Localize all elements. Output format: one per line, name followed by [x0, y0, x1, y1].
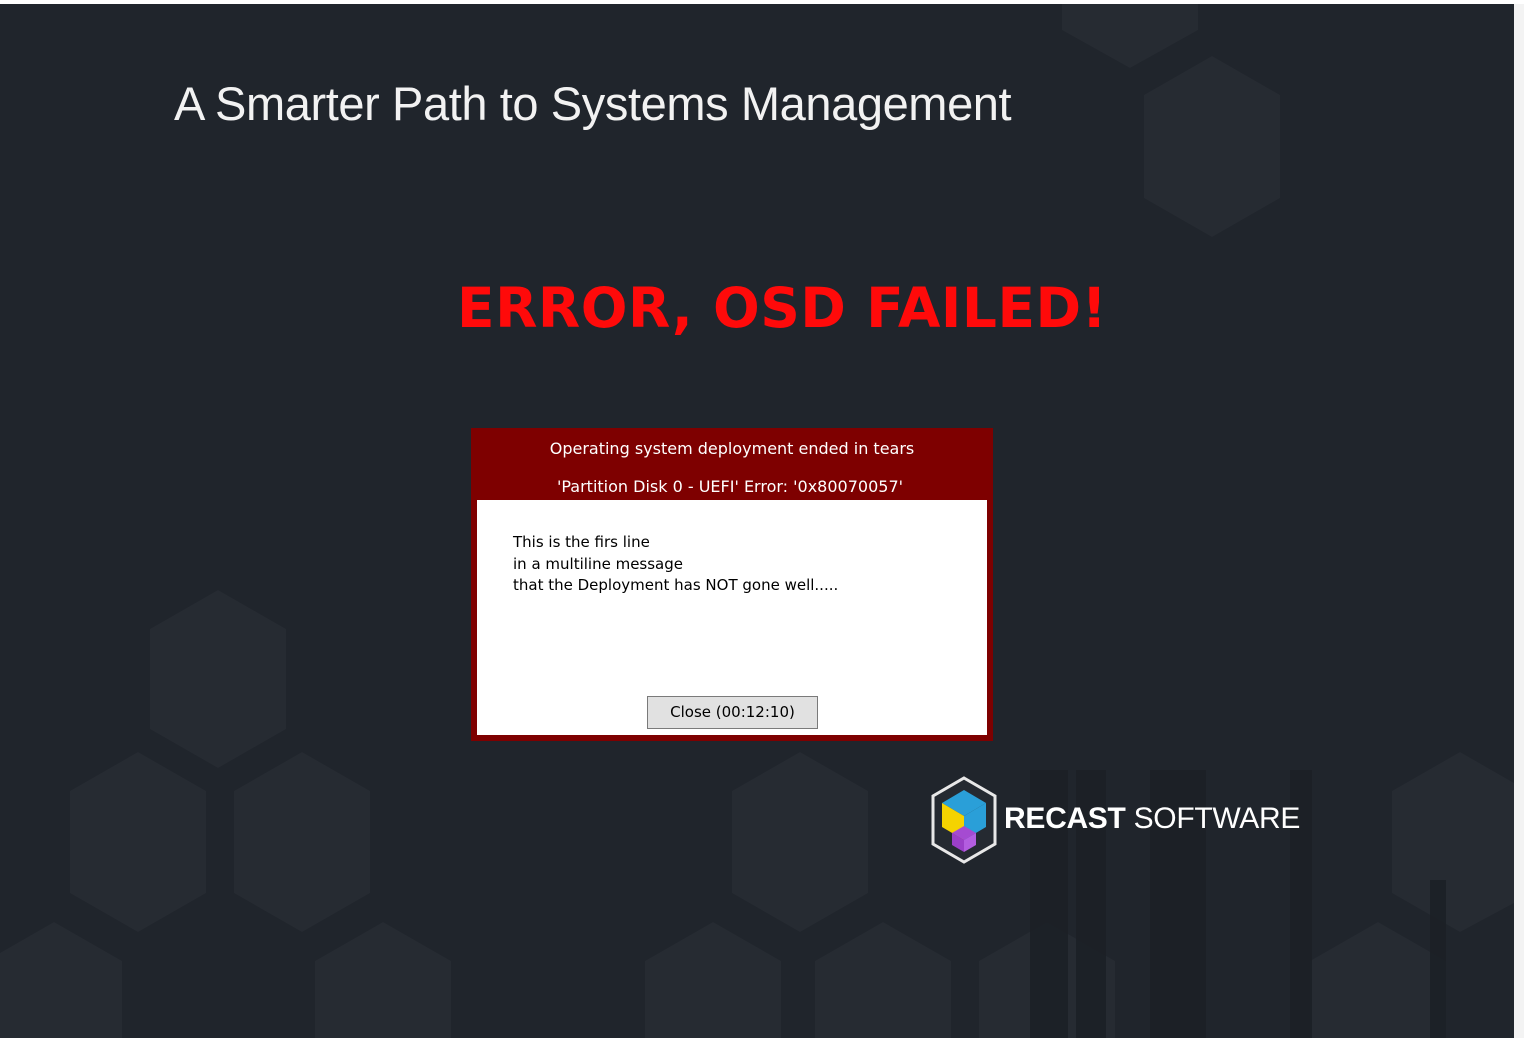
dialog-header: Operating system deployment ended in tea…: [471, 428, 993, 500]
message-line: that the Deployment has NOT gone well...…: [513, 576, 839, 594]
recast-logo-icon: [931, 776, 997, 864]
brand-name-bold: RECAST: [1004, 802, 1126, 835]
brand-logo: RECAST SOFTWARE: [930, 776, 1300, 868]
window-top-edge: [0, 0, 1524, 4]
dialog-body: This is the firs line in a multiline mes…: [477, 500, 987, 735]
brand-name-light: SOFTWARE: [1133, 802, 1301, 835]
message-line: This is the firs line: [513, 533, 650, 551]
page-headline: A Smarter Path to Systems Management: [174, 77, 1012, 130]
close-button[interactable]: Close (00:12:10): [647, 696, 818, 729]
dialog-message: This is the firs line in a multiline mes…: [513, 532, 838, 597]
message-line: in a multiline message: [513, 554, 683, 573]
dialog-error-line: 'Partition Disk 0 - UEFI' Error: '0x8007…: [556, 477, 904, 496]
screen: A Smarter Path to Systems Management ERR…: [0, 0, 1524, 1038]
error-dialog: Operating system deployment ended in tea…: [471, 428, 993, 741]
dialog-title: Operating system deployment ended in tea…: [549, 439, 915, 458]
deployment-background: A Smarter Path to Systems Management ERR…: [0, 0, 1514, 1038]
brand-name: RECAST SOFTWARE: [1004, 802, 1300, 836]
error-title: ERROR, OSD FAILED!: [457, 276, 1108, 340]
